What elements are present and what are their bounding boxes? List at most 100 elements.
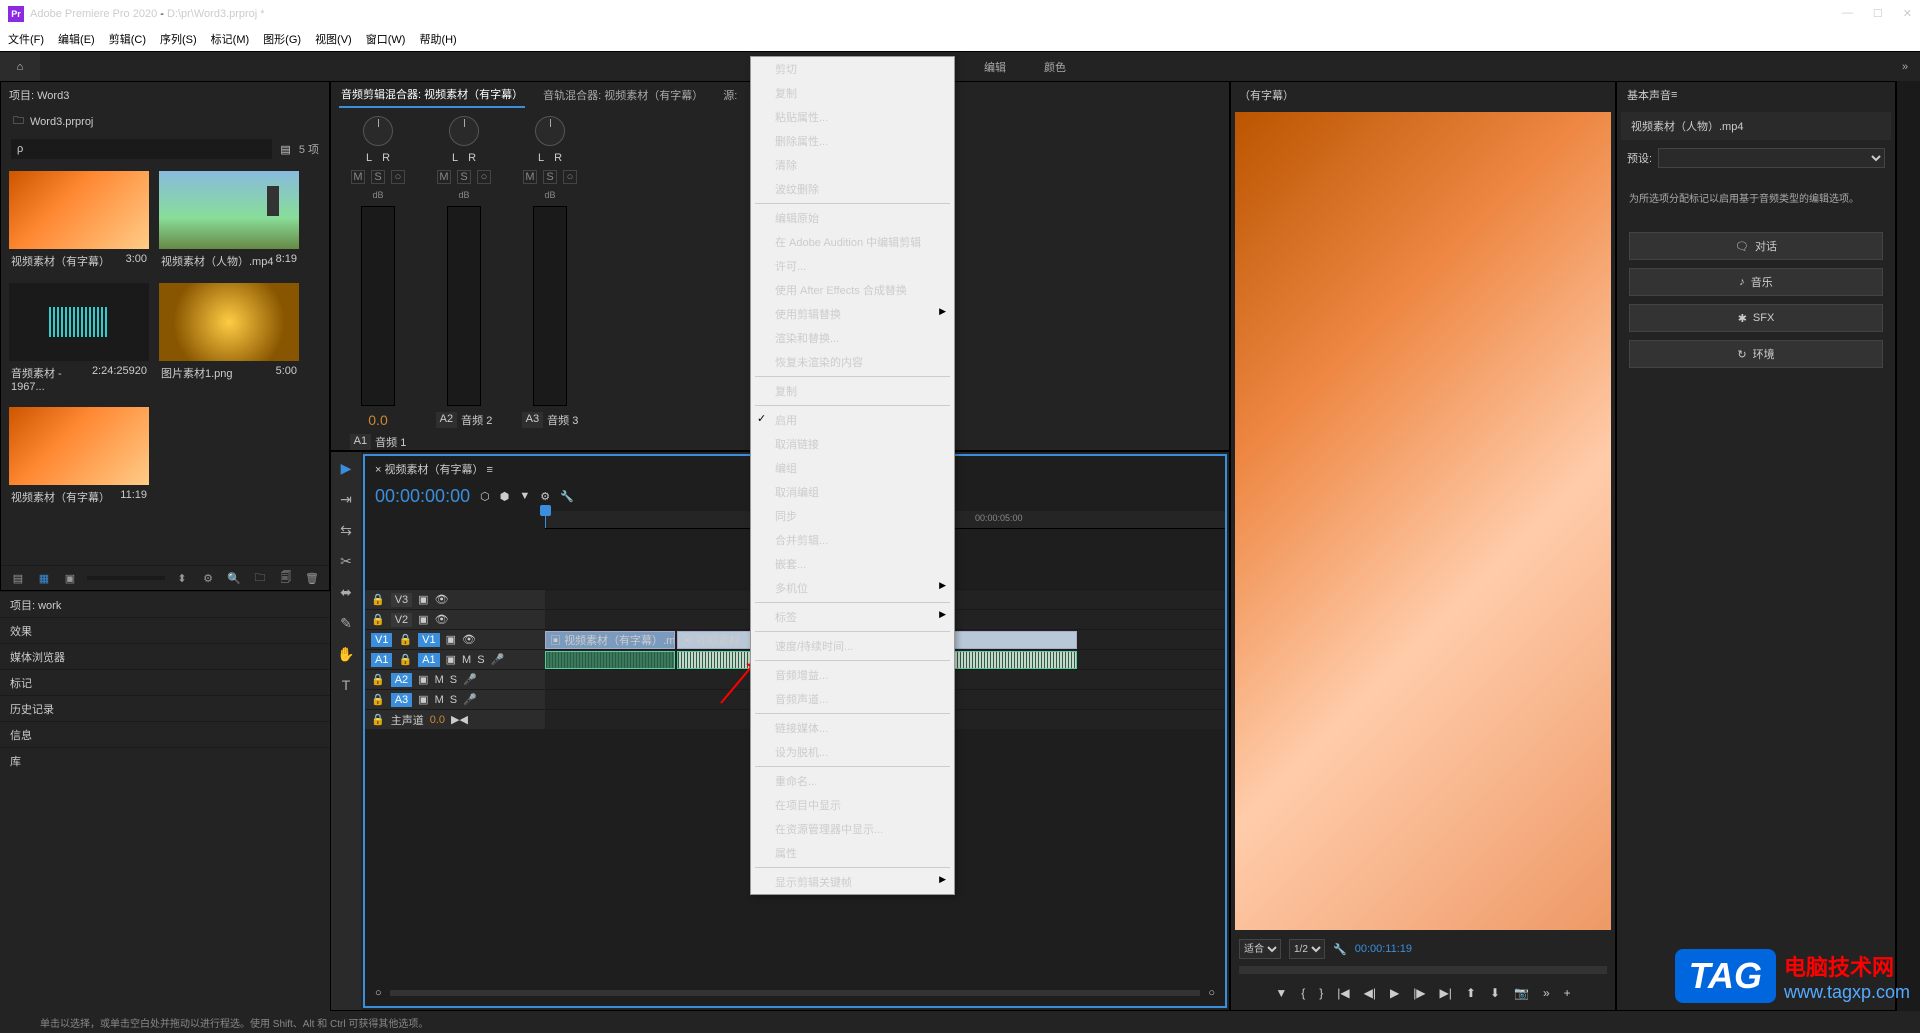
- context-menu-item[interactable]: 波纹删除: [751, 177, 954, 201]
- panel-media-browser[interactable]: 媒体浏览器: [0, 643, 330, 669]
- context-menu-item[interactable]: 显示剪辑关键帧▶: [751, 870, 954, 894]
- es-ambience-btn[interactable]: ↻环境: [1629, 340, 1883, 368]
- context-menu-item[interactable]: ✓启用: [751, 408, 954, 432]
- menu-graphic[interactable]: 图形(G): [263, 31, 301, 47]
- es-music-btn[interactable]: ♪音乐: [1629, 268, 1883, 296]
- play-btn[interactable]: ▶: [1390, 986, 1399, 1000]
- context-menu-item[interactable]: 音频增益...: [751, 663, 954, 687]
- ripple-tool[interactable]: ⇆: [340, 522, 352, 539]
- menu-file[interactable]: 文件(F): [8, 31, 44, 47]
- pan-knob[interactable]: [363, 116, 393, 146]
- trash-icon[interactable]: 🗑: [303, 570, 321, 586]
- sort-icon[interactable]: ⬍: [173, 570, 191, 586]
- timecode[interactable]: 00:00:00:00: [375, 486, 470, 507]
- goto-in-btn[interactable]: |◀: [1337, 986, 1349, 1000]
- context-menu-item[interactable]: 删除属性...: [751, 129, 954, 153]
- minimize-icon[interactable]: —: [1842, 7, 1853, 20]
- new-bin-icon[interactable]: 🗀: [251, 570, 269, 586]
- find-icon[interactable]: 🔍: [225, 570, 243, 586]
- context-menu-item[interactable]: 复制: [751, 81, 954, 105]
- context-menu-item[interactable]: 嵌套...: [751, 552, 954, 576]
- lift-btn[interactable]: ⬆: [1466, 986, 1476, 1000]
- video-clip[interactable]: ▣ 视频素材（有字幕）.mp4 [V]: [545, 631, 675, 649]
- es-dialog-btn[interactable]: 🗨对话: [1629, 232, 1883, 260]
- project-search-input[interactable]: [11, 139, 272, 159]
- solo-button[interactable]: S: [543, 170, 557, 184]
- menu-marker[interactable]: 标记(M): [211, 31, 250, 47]
- panel-info[interactable]: 信息: [0, 721, 330, 747]
- in-btn[interactable]: {: [1301, 986, 1305, 1000]
- mixer-tab-track[interactable]: 音轨混合器: 视频素材（有字幕）: [541, 83, 705, 107]
- es-preset-select[interactable]: [1658, 148, 1885, 168]
- snap-icon[interactable]: ⬡: [480, 490, 490, 503]
- sequence-name[interactable]: × 视频素材（有字幕） ≡: [375, 461, 493, 477]
- context-menu-item[interactable]: 在项目中显示: [751, 793, 954, 817]
- panel-effects[interactable]: 效果: [0, 617, 330, 643]
- zoom-select[interactable]: 1/2: [1289, 939, 1325, 959]
- export-btn[interactable]: 📷: [1514, 986, 1529, 1000]
- menu-clip[interactable]: 剪辑(C): [109, 31, 146, 47]
- panel-project-work[interactable]: 项目: work: [0, 591, 330, 617]
- ws-color[interactable]: 颜色: [1040, 53, 1070, 81]
- mute-button[interactable]: M: [351, 170, 365, 184]
- menu-sequence[interactable]: 序列(S): [160, 31, 197, 47]
- mixer-tab-clip[interactable]: 音频剪辑混合器: 视频素材（有字幕）: [339, 82, 525, 108]
- monitor-viewport[interactable]: [1235, 112, 1611, 930]
- icon-view-icon[interactable]: ▦: [35, 570, 53, 586]
- wrench-icon[interactable]: 🔧: [560, 490, 574, 503]
- filter-icon[interactable]: ▤: [280, 143, 290, 156]
- solo-button[interactable]: S: [371, 170, 385, 184]
- audio-clip[interactable]: [545, 651, 675, 669]
- auto-seq-icon[interactable]: ⚙: [199, 570, 217, 586]
- pan-knob[interactable]: [535, 116, 565, 146]
- panel-markers[interactable]: 标记: [0, 669, 330, 695]
- step-back-btn[interactable]: ◀|: [1364, 986, 1376, 1000]
- ws-overflow[interactable]: »: [1890, 61, 1920, 73]
- level-meter[interactable]: [447, 206, 481, 406]
- extract-btn[interactable]: ⬇: [1490, 986, 1500, 1000]
- more-btn[interactable]: »: [1543, 986, 1550, 1000]
- add-btn[interactable]: +: [1564, 986, 1571, 1000]
- goto-out-btn[interactable]: ▶|: [1440, 986, 1452, 1000]
- link-icon[interactable]: ⬢: [500, 490, 510, 503]
- ws-edit[interactable]: 编辑: [980, 53, 1010, 81]
- pan-knob[interactable]: [449, 116, 479, 146]
- project-item[interactable]: 视频素材（人物）.mp48:19: [159, 171, 299, 273]
- project-item[interactable]: 图片素材1.png5:00: [159, 283, 299, 397]
- panel-history[interactable]: 历史记录: [0, 695, 330, 721]
- project-item[interactable]: 音频素材 - 1967...2:24:25920: [9, 283, 149, 397]
- out-btn[interactable]: }: [1319, 986, 1323, 1000]
- context-menu-item[interactable]: 渲染和替换...: [751, 326, 954, 350]
- slip-tool[interactable]: ⬌: [340, 584, 352, 601]
- menu-help[interactable]: 帮助(H): [419, 31, 456, 47]
- maximize-icon[interactable]: ☐: [1873, 7, 1883, 20]
- type-tool[interactable]: T: [342, 677, 351, 693]
- list-view-icon[interactable]: ▤: [9, 570, 27, 586]
- menu-edit[interactable]: 编辑(E): [58, 31, 95, 47]
- context-menu-item[interactable]: 许可...: [751, 254, 954, 278]
- project-item[interactable]: 视频素材（有字幕）11:19: [9, 407, 149, 509]
- step-fwd-btn[interactable]: |▶: [1413, 986, 1425, 1000]
- mute-button[interactable]: M: [437, 170, 451, 184]
- level-meter[interactable]: [533, 206, 567, 406]
- context-menu-item[interactable]: 重命名...: [751, 769, 954, 793]
- rec-button[interactable]: ○: [477, 170, 491, 184]
- fit-select[interactable]: 适合: [1239, 939, 1281, 959]
- level-meter[interactable]: [361, 206, 395, 406]
- context-menu-item[interactable]: 属性: [751, 841, 954, 865]
- solo-button[interactable]: S: [457, 170, 471, 184]
- context-menu-item[interactable]: 粘贴属性...: [751, 105, 954, 129]
- wrench-icon[interactable]: 🔧: [1333, 943, 1347, 956]
- mute-button[interactable]: M: [523, 170, 537, 184]
- mixer-tab-source[interactable]: 源:: [721, 83, 739, 107]
- hand-tool[interactable]: ✋: [337, 646, 354, 663]
- razor-tool[interactable]: ✂: [340, 553, 352, 570]
- settings-icon[interactable]: ⚙: [540, 490, 550, 503]
- marker-btn[interactable]: ▼: [1275, 986, 1287, 1000]
- context-menu-item[interactable]: 在资源管理器中显示...: [751, 817, 954, 841]
- project-item[interactable]: 视频素材（有字幕）3:00: [9, 171, 149, 273]
- marker-icon[interactable]: ▼: [519, 490, 530, 503]
- pen-tool[interactable]: ✎: [340, 615, 352, 632]
- new-item-icon[interactable]: 🗐: [277, 570, 295, 586]
- rec-button[interactable]: ○: [391, 170, 405, 184]
